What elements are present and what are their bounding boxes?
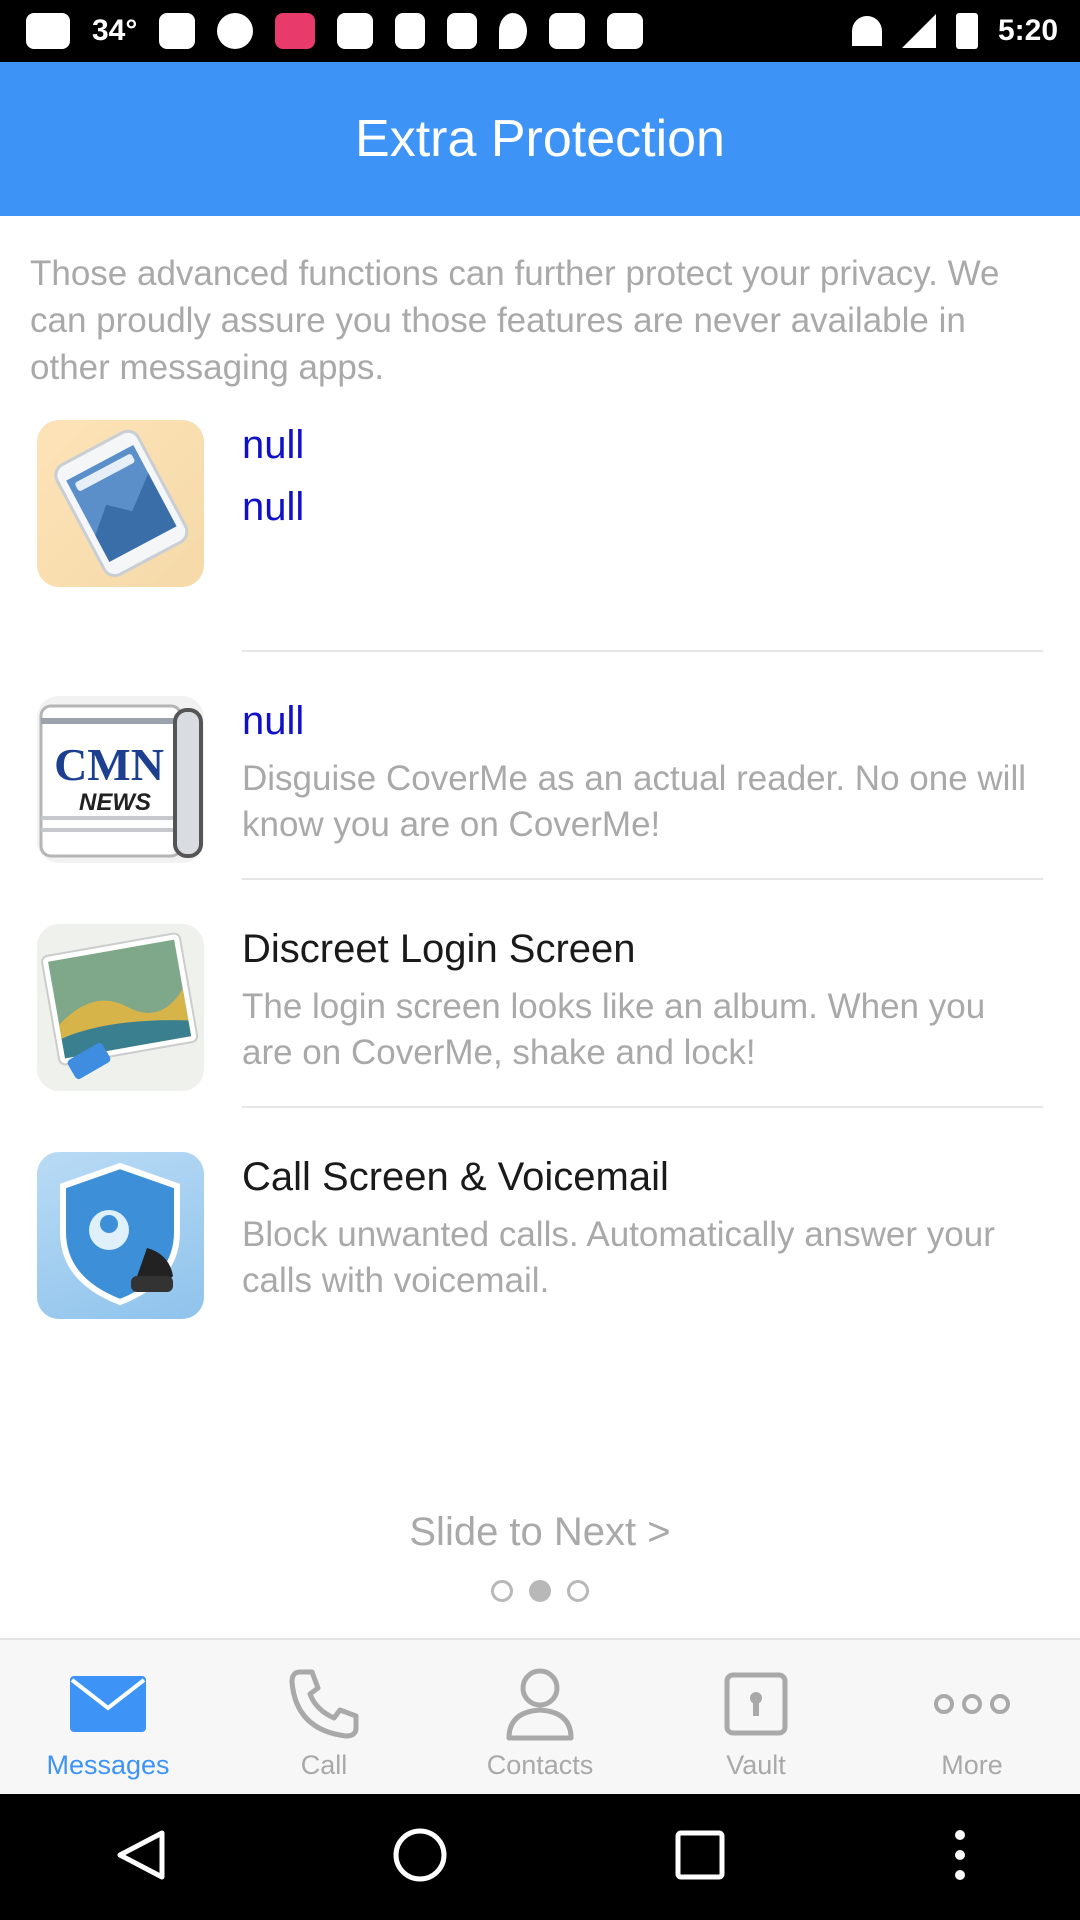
battery-icon bbox=[955, 13, 978, 49]
page-indicator bbox=[0, 1580, 1080, 1602]
status-bar: 34° 5:20 bbox=[0, 0, 1080, 62]
bottom-tab-bar: Messages Call Contacts Vault More bbox=[0, 1638, 1080, 1794]
recents-icon[interactable] bbox=[670, 1825, 730, 1890]
tab-label: More bbox=[941, 1750, 1003, 1780]
photo-album-icon bbox=[37, 924, 204, 1091]
tab-contacts[interactable]: Contacts bbox=[432, 1640, 648, 1794]
notification-icon bbox=[549, 13, 586, 49]
page-dot bbox=[567, 1580, 589, 1602]
icon-text-news: NEWS bbox=[79, 789, 151, 816]
wifi-icon bbox=[851, 16, 882, 46]
feature-description: The login screen looks like an album. Wh… bbox=[242, 987, 986, 1072]
divider bbox=[242, 878, 1043, 880]
feature-title: Call Screen & Voicemail bbox=[242, 1155, 669, 1199]
intro-text: Those advanced functions can further pro… bbox=[30, 254, 1000, 387]
signal-icon bbox=[901, 14, 936, 48]
notification-icon bbox=[159, 13, 196, 49]
cmn-news-icon: CMN NEWS bbox=[37, 696, 204, 863]
home-icon[interactable] bbox=[390, 1825, 450, 1890]
overflow-menu-icon[interactable] bbox=[950, 1825, 970, 1890]
system-nav-bar bbox=[0, 1794, 1080, 1920]
shield-phone-icon bbox=[37, 1152, 204, 1319]
feature-title: null bbox=[242, 423, 305, 467]
app-header: Extra Protection bbox=[0, 62, 1080, 216]
notification-icon bbox=[337, 13, 374, 49]
slide-to-next-label[interactable]: Slide to Next > bbox=[0, 1510, 1080, 1555]
tab-label: Vault bbox=[726, 1750, 786, 1780]
tab-call[interactable]: Call bbox=[216, 1640, 432, 1794]
notification-icon bbox=[607, 13, 644, 49]
tab-label: Call bbox=[300, 1750, 348, 1780]
clock: 5:20 bbox=[997, 14, 1058, 47]
vault-icon bbox=[724, 1664, 788, 1744]
feature-description: Block unwanted calls. Automatically answ… bbox=[242, 1215, 995, 1300]
pop-app-icon bbox=[275, 13, 316, 49]
feature-description: null bbox=[242, 485, 305, 529]
back-icon[interactable] bbox=[110, 1825, 170, 1890]
page-dot bbox=[491, 1580, 513, 1602]
feature-description: Disguise CoverMe as an actual reader. No… bbox=[242, 759, 1026, 844]
figure-icon bbox=[217, 13, 254, 49]
more-icon bbox=[932, 1664, 1012, 1744]
page-title: Extra Protection bbox=[355, 110, 725, 168]
divider bbox=[242, 650, 1043, 652]
phone-icon bbox=[286, 1664, 362, 1744]
tab-messages[interactable]: Messages bbox=[0, 1640, 216, 1794]
chat-notification-icon bbox=[26, 13, 70, 49]
person-icon bbox=[505, 1664, 575, 1744]
envelope-icon bbox=[70, 1664, 146, 1744]
download-icon bbox=[447, 13, 478, 49]
tab-label: Contacts bbox=[486, 1750, 594, 1780]
temperature: 34° bbox=[92, 14, 138, 47]
phone-screen-icon bbox=[37, 420, 204, 587]
feature-title: null bbox=[242, 699, 305, 743]
tab-vault[interactable]: Vault bbox=[648, 1640, 864, 1794]
divider bbox=[242, 1106, 1043, 1108]
feature-title: Discreet Login Screen bbox=[242, 927, 636, 971]
location-icon bbox=[499, 13, 528, 49]
tab-more[interactable]: More bbox=[864, 1640, 1080, 1794]
icon-text-cmn: CMN bbox=[54, 739, 164, 790]
tab-label: Messages bbox=[46, 1750, 170, 1780]
flipboard-icon bbox=[395, 13, 426, 49]
page-dot-active bbox=[529, 1580, 551, 1602]
